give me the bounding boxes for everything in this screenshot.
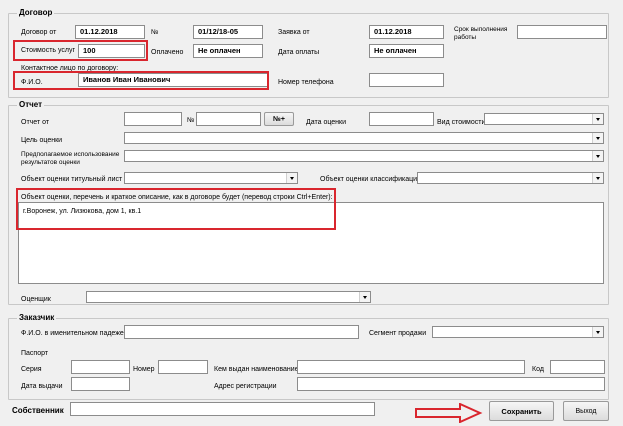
eval-date-label: Дата оценки	[306, 119, 347, 126]
segment-label: Сегмент продажи	[369, 330, 427, 337]
chevron-down-icon[interactable]	[592, 173, 603, 183]
code-label: Код	[532, 366, 544, 373]
value-type-select[interactable]	[484, 113, 604, 125]
request-from-label: Заявка от	[278, 29, 310, 36]
exit-button[interactable]: Выход	[563, 401, 609, 421]
series-label: Серия	[21, 366, 42, 373]
issue-date-field[interactable]	[71, 377, 130, 391]
number-label: №	[151, 29, 159, 36]
appraiser-select[interactable]	[86, 291, 371, 303]
classification-select[interactable]	[417, 172, 604, 184]
report-legend: Отчет	[17, 100, 45, 110]
series-field[interactable]	[71, 360, 130, 374]
contract-date-field[interactable]: 01.12.2018	[75, 25, 145, 39]
chevron-down-icon[interactable]	[592, 151, 603, 161]
address-field[interactable]	[297, 377, 605, 391]
phone-field[interactable]	[369, 73, 444, 87]
chevron-down-icon[interactable]	[592, 114, 603, 124]
contract-from-label: Договор от	[21, 29, 57, 36]
passport-label: Паспорт	[21, 350, 49, 357]
chevron-down-icon[interactable]	[592, 327, 603, 337]
report-number-field[interactable]	[196, 112, 261, 126]
highlight-cost	[13, 40, 148, 61]
payment-date-field[interactable]: Не оплачен	[369, 44, 444, 58]
issue-date-label: Дата выдачи	[21, 383, 63, 390]
code-field[interactable]	[550, 360, 605, 374]
chevron-down-icon[interactable]	[286, 173, 297, 183]
appraiser-label: Оценщик	[21, 296, 51, 303]
title-object-label: Объект оценки титульный лист	[21, 176, 123, 183]
value-type-label: Вид стоимости	[437, 119, 486, 126]
issued-by-label: Кем выдан наименование	[214, 366, 299, 373]
report-from-label: Отчет от	[21, 119, 50, 126]
passport-number-label: Номер	[133, 366, 155, 373]
passport-number-field[interactable]	[158, 360, 208, 374]
deadline-label-text: Срок выполнения работы	[454, 26, 508, 41]
contract-number-field[interactable]: 01/12/18-05	[193, 25, 263, 39]
title-object-select[interactable]	[124, 172, 298, 184]
phone-label: Номер телефона	[278, 79, 334, 86]
highlight-fio	[13, 71, 269, 90]
save-button[interactable]: Сохранить	[489, 401, 554, 421]
issued-by-field[interactable]	[297, 360, 525, 374]
customer-fio-field[interactable]	[124, 325, 359, 339]
highlight-object-desc	[16, 188, 336, 230]
arrow-right-icon	[415, 403, 483, 423]
segment-select[interactable]	[432, 326, 604, 338]
customer-legend: Заказчик	[17, 313, 57, 323]
chevron-down-icon[interactable]	[359, 292, 370, 302]
contract-legend: Договор	[17, 8, 55, 18]
purpose-label: Цель оценки	[21, 137, 63, 144]
usage-select[interactable]	[124, 150, 604, 162]
owner-label: Собственник	[12, 406, 64, 415]
usage-label: Предполагаемое использование результатов…	[21, 151, 120, 166]
customer-fio-label: Ф.И.О. в именительном падеже	[21, 330, 124, 337]
purpose-select[interactable]	[124, 132, 604, 144]
request-date-field[interactable]: 01.12.2018	[369, 25, 444, 39]
paid-label: Оплачено	[151, 49, 184, 56]
chevron-down-icon[interactable]	[592, 133, 603, 143]
owner-field[interactable]	[70, 402, 375, 416]
payment-date-label: Дата оплаты	[278, 49, 320, 56]
address-label: Адрес регистрации	[214, 383, 277, 390]
paid-field[interactable]: Не оплачен	[193, 44, 263, 58]
number-plus-button[interactable]: №+	[264, 112, 294, 126]
deadline-field[interactable]	[517, 25, 607, 39]
classification-label: Объект оценки классификация	[320, 176, 421, 183]
report-date-field[interactable]	[124, 112, 182, 126]
eval-date-field[interactable]	[369, 112, 434, 126]
report-number-label: №	[187, 117, 195, 124]
